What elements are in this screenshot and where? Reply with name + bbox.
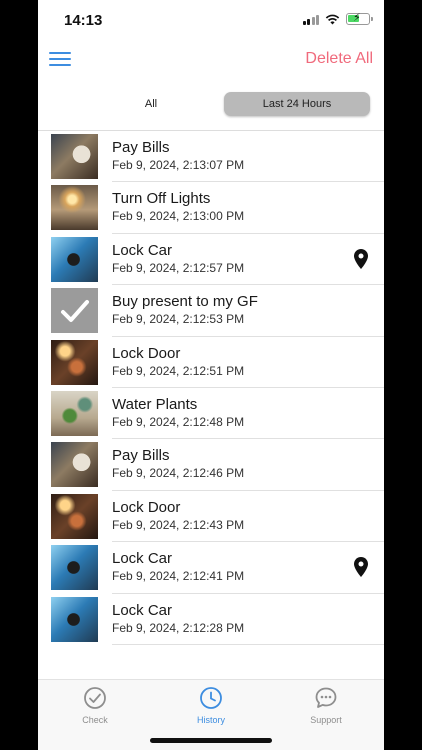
lock-door-image	[51, 493, 98, 539]
filter-last-24-hours-tab[interactable]: Last 24 Hours	[224, 92, 370, 116]
home-indicator	[150, 738, 272, 743]
row-title: Turn Off Lights	[112, 190, 211, 208]
location-pin-icon[interactable]	[354, 248, 368, 269]
row-date: Feb 9, 2024, 2:12:41 PM	[112, 569, 245, 584]
history-row[interactable]: Lock Car Feb 9, 2024, 2:12:41 PM	[38, 542, 384, 594]
history-row[interactable]: Water Plants Feb 9, 2024, 2:12:48 PM	[38, 388, 384, 440]
history-row[interactable]: Buy present to my GF Feb 9, 2024, 2:12:5…	[38, 285, 384, 337]
row-date: Feb 9, 2024, 2:12:43 PM	[112, 517, 245, 532]
tab-label: Support	[310, 715, 342, 725]
history-row[interactable]: Lock Car Feb 9, 2024, 2:12:28 PM	[38, 594, 384, 645]
checkmark-placeholder	[51, 288, 98, 334]
row-date: Feb 9, 2024, 2:12:48 PM	[112, 414, 245, 429]
lock-car-image	[51, 236, 98, 282]
history-row[interactable]: Pay Bills Feb 9, 2024, 2:13:07 PM	[38, 131, 384, 183]
history-row[interactable]: Lock Car Feb 9, 2024, 2:12:57 PM	[38, 234, 384, 286]
water-plants-image	[51, 390, 98, 436]
row-date: Feb 9, 2024, 2:12:28 PM	[112, 620, 245, 635]
filter-all-tab[interactable]: All	[78, 92, 224, 116]
pay-bills-image	[51, 134, 98, 179]
checkmark-circle-icon	[84, 687, 106, 709]
row-date: Feb 9, 2024, 2:12:46 PM	[112, 466, 245, 481]
tab-label: History	[196, 715, 225, 725]
row-title: Lock Door	[112, 344, 181, 362]
history-row[interactable]: Turn Off Lights Feb 9, 2024, 2:13:00 PM	[38, 182, 384, 234]
history-row[interactable]: Pay Bills Feb 9, 2024, 2:12:46 PM	[38, 439, 384, 491]
cellular-signal-icon	[302, 14, 319, 25]
tab-support[interactable]: Support	[286, 686, 366, 725]
row-title: Water Plants	[112, 395, 198, 413]
hamburger-menu-icon[interactable]	[49, 52, 71, 68]
row-date: Feb 9, 2024, 2:13:07 PM	[112, 158, 245, 172]
status-time: 14:13	[64, 12, 103, 29]
status-bar: 14:13 ⚡	[38, 0, 384, 40]
row-title: Pay Bills	[112, 139, 170, 156]
battery-charging-icon: ⚡	[346, 12, 373, 25]
pay-bills-image	[51, 442, 98, 488]
lock-door-image	[51, 339, 98, 385]
clock-icon	[200, 687, 222, 709]
status-icons: ⚡	[302, 12, 373, 25]
lock-car-image	[51, 596, 98, 642]
row-date: Feb 9, 2024, 2:13:00 PM	[112, 209, 245, 224]
history-list: Pay Bills Feb 9, 2024, 2:13:07 PM Turn O…	[38, 131, 384, 645]
nav-bar: Delete All	[38, 40, 384, 78]
row-title: Lock Door	[112, 498, 181, 516]
row-date: Feb 9, 2024, 2:12:57 PM	[112, 260, 245, 275]
tab-history[interactable]: History	[171, 686, 251, 725]
history-row[interactable]: Lock Door Feb 9, 2024, 2:12:43 PM	[38, 491, 384, 543]
row-date: Feb 9, 2024, 2:12:51 PM	[112, 363, 245, 378]
turn-off-lights-image	[51, 185, 98, 231]
app-screen: 14:13 ⚡ Delete All All Last 24 Hours Pay…	[38, 0, 384, 750]
row-title: Pay Bills	[112, 447, 170, 465]
location-pin-icon[interactable]	[354, 557, 368, 578]
checkmark-icon	[60, 299, 89, 322]
delete-all-button[interactable]: Delete All	[305, 50, 373, 68]
time-filter-segmented-control: All Last 24 Hours	[78, 92, 370, 116]
row-date: Feb 9, 2024, 2:12:53 PM	[112, 312, 245, 327]
row-title: Lock Car	[112, 241, 173, 259]
chat-bubble-icon	[315, 687, 337, 708]
lock-car-image	[51, 545, 98, 591]
row-title: Lock Car	[112, 550, 173, 568]
tab-check[interactable]: Check	[55, 686, 135, 725]
row-title: Buy present to my GF	[112, 293, 258, 311]
wifi-icon	[325, 14, 340, 24]
history-row[interactable]: Lock Door Feb 9, 2024, 2:12:51 PM	[38, 337, 384, 388]
row-title: Lock Car	[112, 601, 173, 619]
tab-label: Check	[82, 715, 108, 725]
